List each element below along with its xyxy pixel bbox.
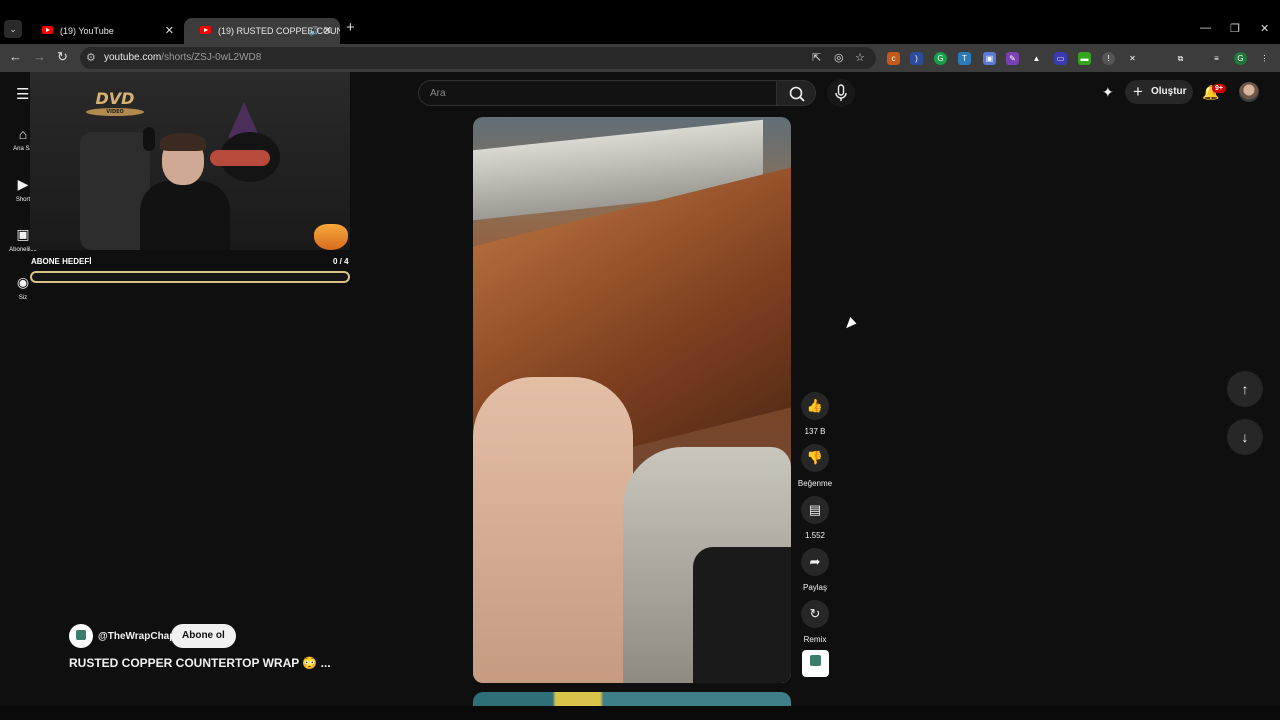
tab-youtube[interactable]: (19) YouTube ✕ [26,18,182,44]
headset-icon [143,127,155,151]
share-icon: ➦ [809,554,821,569]
address-bar[interactable]: ⚙ youtube.com/shorts/ZSJ-0wL2WD8 ⇱ ◎ ☆ [80,47,876,69]
pen-icon[interactable]: ✎ [1006,52,1019,65]
channel-name[interactable]: @TheWrapChap [98,631,175,642]
browser-toolbar: ← → ↻ ⚙ youtube.com/shorts/ZSJ-0wL2WD8 ⇱… [0,44,1280,72]
notification-badge: 9+ [1212,84,1226,93]
stream-overlay: DVD VIDEO [30,72,350,250]
thumbs-up-icon: 👍 [806,398,824,413]
plus-icon: + [1133,82,1143,101]
comments-button[interactable]: ▤ [801,496,829,524]
restore-icon[interactable]: ❐ [1230,22,1240,35]
share-label: Paylaş [802,583,827,592]
bookmark-star-icon[interactable]: ☆ [855,51,865,64]
thumbs-down-icon: 👎 [806,450,824,465]
youtube-favicon-icon [42,26,53,34]
reload-icon[interactable]: ↻ [57,49,68,65]
arrow-up-icon: ↑ [1241,381,1249,397]
like-count: 137 B [804,427,826,436]
hamburger-menu-icon[interactable]: ☰ [16,85,29,103]
youtube-favicon-icon [200,26,211,34]
dislike-label: Beğenme [797,479,833,488]
extension-icon[interactable]: ✕ [1126,52,1139,65]
remix-label: Remix [803,635,827,644]
arrow-down-icon: ↓ [1241,429,1249,445]
minimize-icon[interactable]: — [1200,22,1211,34]
video-title[interactable]: RUSTED COPPER COUNTERTOP WRAP 😳 ... [69,656,331,670]
voice-search-button[interactable] [827,79,855,107]
create-label: Oluştur [1151,86,1187,97]
eye-off-icon[interactable]: ◎ [834,51,844,64]
guide-label: Short [15,197,31,203]
search-input[interactable]: Ara [418,80,776,106]
browser-tab-bar: ⌄ (19) YouTube ✕ (19) RUSTED COPPER COUN… [0,0,1280,44]
browser-menu-icon[interactable]: ⋮ [1258,52,1271,65]
sound-channel-thumbnail[interactable] [802,650,829,677]
tab-label: (19) YouTube [60,26,114,36]
url-path: /shorts/ZSJ-0wL2WD8 [161,52,262,63]
remix-icon: ↻ [809,606,821,621]
search-button[interactable] [776,80,816,106]
previous-short-button[interactable]: ↑ [1227,371,1263,407]
extension-icon[interactable]: ▲ [1030,52,1043,65]
tiger-emblem-icon [314,224,348,250]
account-avatar[interactable] [1239,82,1259,102]
extension-icon[interactable]: ▣ [983,52,996,65]
microphone-icon [835,84,847,101]
dislike-button[interactable]: 👎 [801,444,829,472]
like-button[interactable]: 👍 [801,392,829,420]
tab-label: (19) RUSTED COPPER COUN [218,26,340,36]
search-icon [789,86,805,102]
dvd-logo-text: DVD [95,89,135,108]
profile-icon[interactable]: G [1234,52,1247,65]
extension-icon[interactable]: ▭ [1054,52,1067,65]
window-close-icon[interactable]: ✕ [1260,22,1269,35]
dvd-logo-sub: VIDEO [106,109,124,115]
share-button[interactable]: ➦ [801,548,829,576]
url-text: youtube.com/shorts/ZSJ-0wL2WD8 [104,52,261,63]
subscriber-goal-bar [30,271,350,283]
extension-icon[interactable]: ! [1102,52,1115,65]
media-control-icon[interactable]: ≡ [1210,52,1223,65]
close-icon[interactable]: ✕ [165,18,174,44]
next-short-button[interactable]: ↓ [1227,419,1263,455]
new-tab-button[interactable]: + [346,19,355,36]
mascot-goggles [210,150,270,166]
subscriber-goal-label: ABONE HEDEFİ [31,257,92,266]
site-info-icon[interactable]: ⚙ [86,51,96,64]
create-button[interactable]: + Oluştur [1125,80,1193,104]
create-sparkle-icon[interactable]: ✦ [1102,84,1114,101]
remix-button[interactable]: ↻ [801,600,829,628]
video-glove-cuff [693,547,791,683]
extension-icon[interactable]: c [887,52,900,65]
extensions-puzzle-icon[interactable]: ⧉ [1174,52,1187,65]
comment-count: 1.552 [804,531,826,540]
comment-icon: ▤ [808,502,822,517]
streamer-hair [160,133,206,151]
tab-search-button[interactable]: ⌄ [4,20,22,38]
guide-label: Siz [18,295,28,301]
channel-avatar[interactable] [69,624,93,648]
search-placeholder: Ara [430,88,446,99]
extension-icon[interactable]: ▬ [1078,52,1091,65]
audio-playing-icon[interactable]: 🔊 [309,18,320,44]
subscribe-button[interactable]: Abone ol [171,624,236,648]
back-icon[interactable]: ← [9,49,22,64]
forward-icon[interactable]: → [33,49,46,64]
dvd-logo: DVD VIDEO [86,90,144,116]
translate-icon[interactable]: T [958,52,971,65]
tab-short-video[interactable]: (19) RUSTED COPPER COUN 🔊 ✕ [184,18,340,44]
subscriber-goal-count: 0 / 4 [333,257,349,266]
shorts-video-player[interactable] [473,117,791,683]
extension-icon[interactable]: ) [910,52,923,65]
grammarly-icon[interactable]: G [934,52,947,65]
close-icon[interactable]: ✕ [323,18,332,44]
video-hand [473,377,633,683]
mascot-figure [210,102,290,202]
install-app-icon[interactable]: ⇱ [812,51,821,64]
bottom-edge [0,706,1280,720]
url-host: youtube.com [104,52,162,63]
